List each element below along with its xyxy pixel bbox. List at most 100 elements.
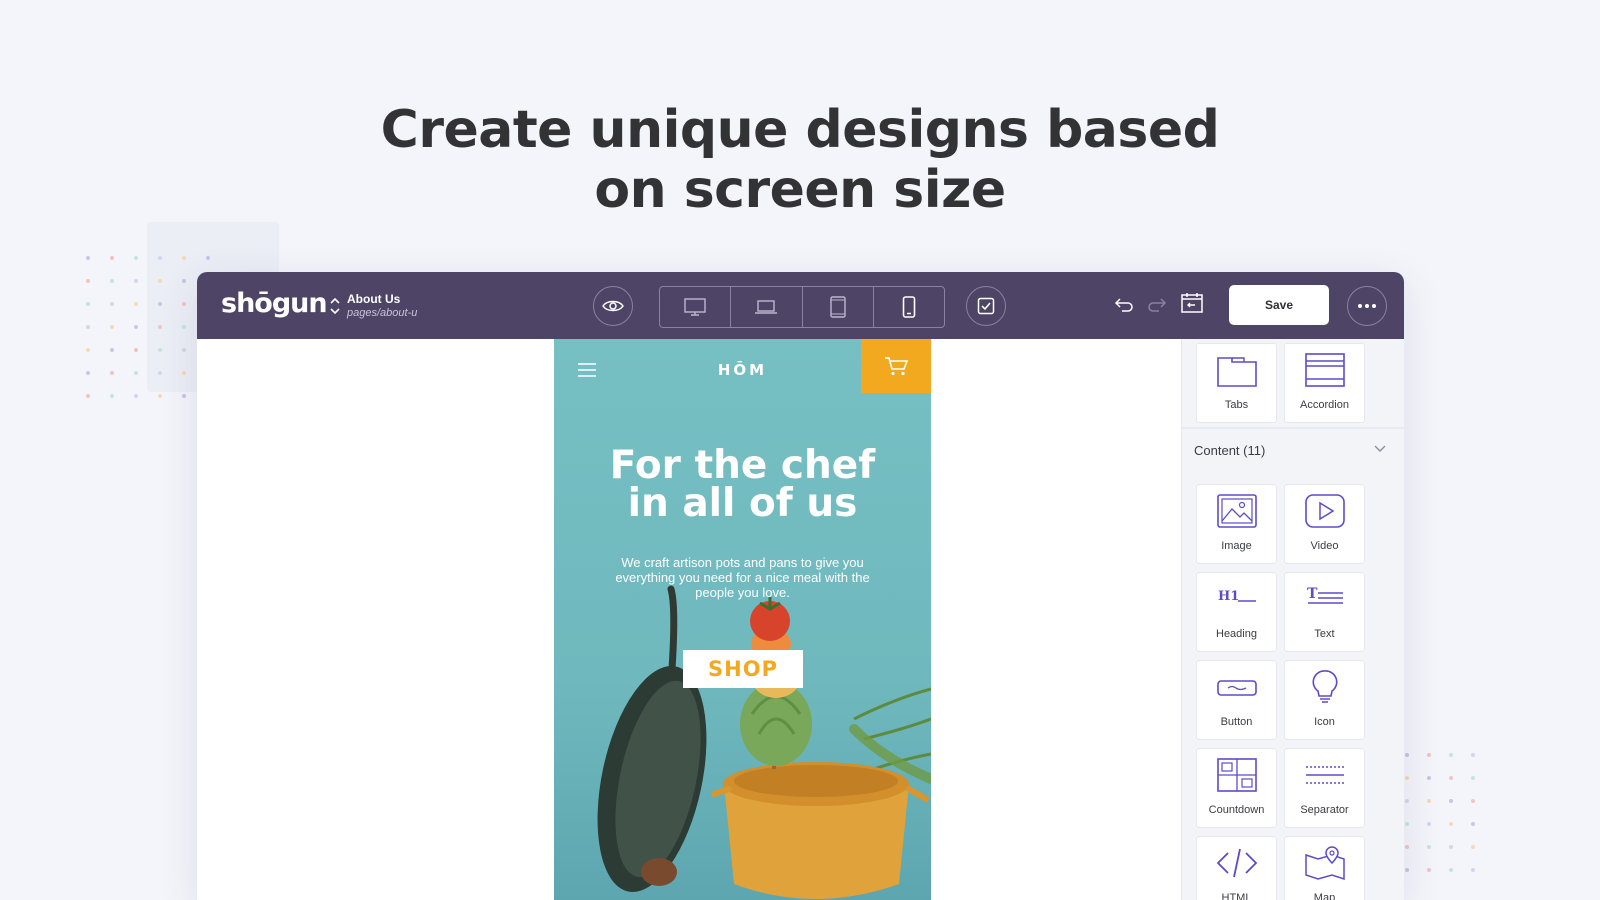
content-section-header[interactable]: Content (11) [1182,431,1404,471]
save-button[interactable]: Save [1229,285,1329,325]
element-tile-button[interactable]: Button [1196,660,1277,740]
element-tile-heading[interactable]: H1 Heading [1196,572,1277,652]
tablet-icon [829,296,846,318]
cookware-still-life-image [597,585,931,899]
mobile-preview[interactable]: HŌM For the chef in all of us We craft a… [554,339,931,900]
decorative-dot [1427,822,1431,826]
content-section-label: Content (11) [1194,443,1266,458]
tile-label: Separator [1300,804,1349,816]
mobile-view-button[interactable] [874,287,944,327]
checkbox-icon [977,297,995,315]
element-tile-tabs[interactable]: Tabs [1196,343,1277,423]
desktop-view-button[interactable] [660,287,732,327]
decorative-dot [1405,799,1409,803]
more-options-button[interactable] [1347,286,1387,326]
lightbulb-icon [1312,670,1338,703]
eye-icon [602,300,624,312]
decorative-dot [182,279,186,283]
code-icon [1216,848,1258,878]
decorative-dot [1471,845,1475,849]
shogun-logo: shōgun [221,288,328,319]
tile-label: Icon [1314,716,1335,728]
decorative-dot [158,325,162,329]
tablet-view-button[interactable] [803,287,874,327]
decorative-dot [1427,776,1431,780]
decorative-dot [134,302,138,306]
decorative-dot [158,302,162,306]
laptop-view-button[interactable] [731,287,803,327]
editor-window: shōgun About Us pages/about-u Save HŌM F… [197,272,1404,900]
preview-shop-button[interactable]: SHOP [683,650,803,688]
element-tile-separator[interactable]: Separator [1284,748,1365,828]
panel-divider [1182,427,1404,429]
decorative-dot [86,302,90,306]
element-tile-countdown[interactable]: Countdown [1196,748,1277,828]
decorative-dot [1427,868,1431,872]
decorative-dot [158,279,162,283]
decorative-dot [86,348,90,352]
element-tile-map[interactable]: Map [1284,836,1365,900]
decorative-dot [1449,845,1453,849]
decorative-dot [134,279,138,283]
decorative-dot [134,325,138,329]
element-tile-icon[interactable]: Icon [1284,660,1365,740]
publish-check-button[interactable] [966,286,1006,326]
decorative-dot [134,256,138,260]
decorative-dots-right [1405,753,1493,891]
decorative-dot [86,394,90,398]
text-icon: T [1307,586,1343,604]
page-selector[interactable]: About Us pages/about-u [329,292,417,320]
accordion-icon [1305,353,1345,387]
editor-canvas: HŌM For the chef in all of us We craft a… [197,339,1181,900]
decorative-dot [1427,799,1431,803]
decorative-dot [86,325,90,329]
decorative-dot [1471,776,1475,780]
preview-button[interactable] [593,286,633,326]
up-down-chevron-icon [330,297,340,315]
undo-icon[interactable] [1112,293,1136,317]
history-calendar-icon[interactable] [1180,291,1204,315]
video-icon [1305,494,1345,528]
element-tile-image[interactable]: Image [1196,484,1277,564]
headline-line-2: on screen size [594,160,1006,220]
decorative-dot [1449,753,1453,757]
map-icon [1305,846,1345,881]
decorative-dot [182,348,186,352]
chevron-down-icon [1374,445,1386,452]
tile-label: Tabs [1224,399,1249,411]
tile-label: Countdown [1208,804,1265,816]
image-icon [1217,494,1257,528]
element-tile-video[interactable]: Video [1284,484,1365,564]
decorative-dot [86,279,90,283]
decorative-dot [1471,868,1475,872]
decorative-dot [1449,822,1453,826]
tabs-icon [1217,357,1257,387]
decorative-dot [110,325,114,329]
tile-label: HTML [1221,892,1252,900]
decorative-dot [1405,868,1409,872]
tile-label: Image [1221,540,1252,552]
separator-icon [1306,766,1344,784]
decorative-dot [182,371,186,375]
elements-panel: Tabs Accordion Content (11) Image Video … [1181,339,1404,900]
page-headline: Create unique designs based on screen si… [0,100,1600,220]
mobile-icon [902,296,916,318]
decorative-dot [1449,799,1453,803]
editor-topbar: shōgun About Us pages/about-u Save [197,272,1404,339]
decorative-dot [134,348,138,352]
decorative-dot [1427,753,1431,757]
decorative-dot [110,394,114,398]
decorative-dot [1427,845,1431,849]
tile-label: Map [1313,892,1336,900]
countdown-icon [1217,758,1257,792]
element-tile-accordion[interactable]: Accordion [1284,343,1365,423]
element-tile-html[interactable]: HTML [1196,836,1277,900]
decorative-dot [182,325,186,329]
decorative-dot [1405,753,1409,757]
element-tile-text[interactable]: T Text [1284,572,1365,652]
decorative-dot [134,394,138,398]
decorative-dot [158,348,162,352]
redo-icon[interactable] [1145,293,1169,317]
page-path: pages/about-u [347,307,418,319]
decorative-dot [110,279,114,283]
